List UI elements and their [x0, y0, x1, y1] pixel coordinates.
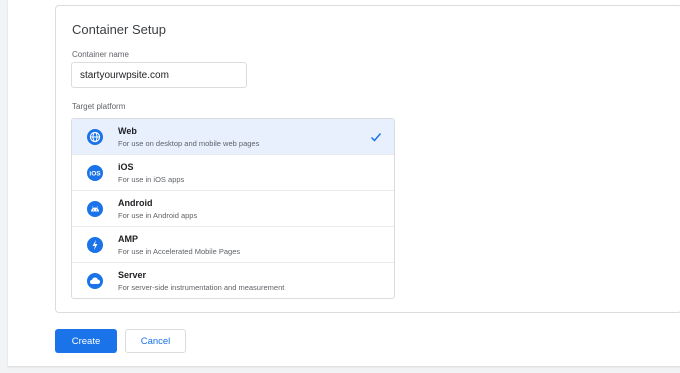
target-platform-label: Target platform — [72, 102, 126, 111]
setup-sheet: Container Setup Container name Target pl… — [8, 0, 680, 366]
platform-option-web[interactable]: Web For use on desktop and mobile web pa… — [72, 119, 394, 155]
platform-option-android[interactable]: Android For use in Android apps — [72, 191, 394, 227]
cancel-button[interactable]: Cancel — [125, 329, 186, 353]
platform-description: For use in Android apps — [118, 211, 198, 220]
platform-option-ios[interactable]: iOS iOS For use in iOS apps — [72, 155, 394, 191]
android-icon — [87, 201, 103, 217]
platform-description: For server-side instrumentation and meas… — [118, 283, 285, 292]
container-name-label: Container name — [72, 50, 129, 59]
platform-description: For use in Accelerated Mobile Pages — [118, 247, 241, 256]
platform-list: Web For use on desktop and mobile web pa… — [71, 118, 395, 299]
cloud-icon — [87, 273, 103, 289]
platform-title: AMP — [118, 234, 138, 244]
ios-icon: iOS — [87, 165, 103, 181]
globe-icon — [87, 129, 103, 145]
container-setup-card: Container Setup Container name Target pl… — [55, 5, 680, 313]
platform-title: iOS — [118, 162, 134, 172]
platform-description: For use in iOS apps — [118, 175, 185, 184]
platform-title: Android — [118, 198, 153, 208]
check-icon — [370, 133, 382, 142]
card-title: Container Setup — [72, 22, 166, 37]
create-button[interactable]: Create — [55, 329, 117, 353]
platform-option-server[interactable]: Server For server-side instrumentation a… — [72, 263, 394, 298]
container-name-input[interactable] — [71, 62, 247, 88]
platform-title: Web — [118, 126, 137, 136]
platform-description: For use on desktop and mobile web pages — [118, 139, 260, 148]
bolt-icon — [87, 237, 103, 253]
svg-text:iOS: iOS — [89, 171, 101, 178]
platform-option-amp[interactable]: AMP For use in Accelerated Mobile Pages — [72, 227, 394, 263]
platform-title: Server — [118, 270, 147, 280]
